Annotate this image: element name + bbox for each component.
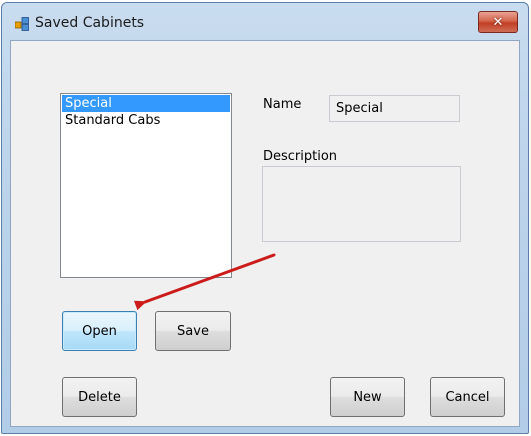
list-item-special[interactable]: Special <box>62 95 230 112</box>
title-bar[interactable]: Saved Cabinets ✕ <box>2 3 528 41</box>
description-field[interactable] <box>262 166 461 242</box>
app-window-icon <box>15 17 29 31</box>
open-button[interactable]: Open <box>62 311 137 351</box>
name-field[interactable]: Special <box>329 95 460 122</box>
list-item-standard-cabs[interactable]: Standard Cabs <box>62 112 230 129</box>
close-button[interactable]: ✕ <box>478 11 518 33</box>
saved-cabinets-dialog: Saved Cabinets ✕ Special Standard Cabs N… <box>1 2 529 434</box>
name-label: Name <box>263 97 302 112</box>
window-title: Saved Cabinets <box>35 15 145 31</box>
dialog-client-area: Special Standard Cabs Name Special Descr… <box>10 40 520 427</box>
save-button[interactable]: Save <box>155 311 231 351</box>
new-button[interactable]: New <box>330 377 405 417</box>
saved-cabinets-list[interactable]: Special Standard Cabs <box>60 93 232 278</box>
cancel-button[interactable]: Cancel <box>430 377 505 417</box>
close-icon: ✕ <box>492 14 504 30</box>
description-label: Description <box>263 149 338 164</box>
delete-button[interactable]: Delete <box>62 377 137 417</box>
